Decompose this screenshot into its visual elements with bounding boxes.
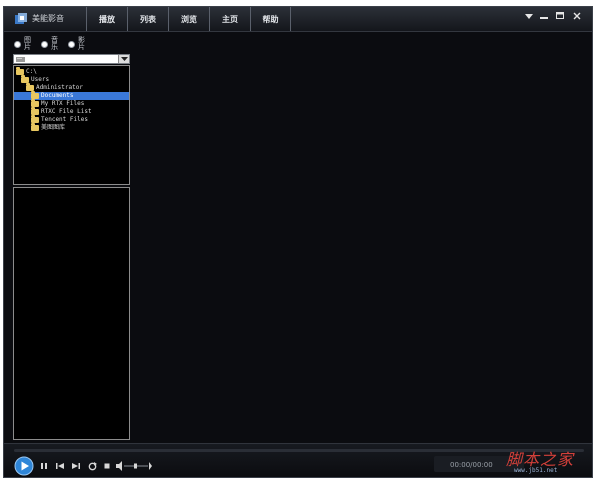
folder-icon bbox=[31, 123, 39, 131]
tree-node-label: Administrator bbox=[36, 84, 83, 91]
tree-node-label: C:\ bbox=[26, 68, 37, 75]
drive-select[interactable] bbox=[13, 54, 130, 64]
radio-pictures[interactable]: 图片 bbox=[14, 35, 32, 53]
menu-help[interactable]: 帮助 bbox=[250, 7, 291, 31]
pause-button[interactable] bbox=[39, 461, 49, 471]
radio-music[interactable]: 音乐 bbox=[41, 35, 59, 53]
drive-icon bbox=[16, 57, 25, 62]
close-button[interactable] bbox=[570, 11, 584, 21]
tree-node-label: My RTX Files bbox=[41, 100, 85, 107]
tree-node-label: RTXC File List bbox=[41, 108, 92, 115]
radio-label-music: 音乐 bbox=[51, 36, 58, 51]
skip-forward-icon bbox=[72, 463, 80, 469]
radio-label-pictures: 图片 bbox=[24, 36, 31, 51]
pause-icon bbox=[41, 463, 47, 469]
title-bar: 美能影音 播放 列表 浏览 主页 帮助 bbox=[4, 7, 592, 32]
time-display: 00:00/00:00 bbox=[450, 461, 493, 469]
radio-movies[interactable]: 影片 bbox=[68, 35, 86, 53]
stop-button[interactable] bbox=[102, 461, 112, 471]
watermark-url: www.jb51.net bbox=[514, 467, 558, 474]
tree-node-label: Users bbox=[31, 76, 50, 83]
app-title: 美能影音 bbox=[32, 14, 64, 23]
maximize-button[interactable] bbox=[553, 11, 567, 21]
tree-node-child[interactable]: Tencent Files bbox=[31, 115, 88, 124]
tree-node-label: Tencent Files bbox=[41, 116, 88, 123]
menu-home[interactable]: 主页 bbox=[209, 7, 250, 31]
chevron-down-icon bbox=[525, 14, 533, 19]
play-button[interactable] bbox=[14, 456, 34, 476]
repeat-button[interactable] bbox=[87, 461, 97, 471]
radio-button[interactable] bbox=[41, 40, 48, 48]
main-menu: 播放 列表 浏览 主页 帮助 bbox=[86, 7, 291, 31]
menu-list[interactable]: 列表 bbox=[127, 7, 168, 31]
skip-back-icon bbox=[56, 463, 64, 469]
drive-select-arrow[interactable] bbox=[118, 55, 129, 63]
previous-button[interactable] bbox=[55, 461, 65, 471]
repeat-icon bbox=[88, 461, 97, 470]
radio-label-movies: 影片 bbox=[78, 36, 85, 51]
volume-slider-icon bbox=[116, 461, 152, 471]
menu-browse[interactable]: 浏览 bbox=[168, 7, 209, 31]
minimize-button[interactable] bbox=[537, 11, 551, 21]
volume-slider[interactable] bbox=[116, 461, 152, 471]
radio-button[interactable] bbox=[14, 40, 21, 48]
tree-node-label: Documents bbox=[41, 92, 74, 99]
seek-bar[interactable] bbox=[14, 449, 584, 452]
next-button[interactable] bbox=[71, 461, 81, 471]
folder-tree: C:\ Users Administrator Documents My RTX… bbox=[13, 65, 130, 185]
app-window: 美能影音 播放 列表 浏览 主页 帮助 图片 音乐 影片 C:\ Users A… bbox=[3, 6, 593, 478]
tree-node-child[interactable]: My RTX Files bbox=[31, 99, 85, 108]
play-icon bbox=[14, 456, 34, 476]
radio-button[interactable] bbox=[68, 40, 75, 48]
close-icon bbox=[573, 12, 581, 20]
app-logo-icon bbox=[15, 13, 27, 24]
media-display-area[interactable] bbox=[132, 33, 590, 441]
menu-play[interactable]: 播放 bbox=[86, 7, 127, 31]
media-type-selector: 图片 音乐 影片 bbox=[14, 35, 86, 53]
tree-node-child[interactable]: RTXC File List bbox=[31, 107, 92, 116]
player-controls: 00:00/00:00 bbox=[4, 443, 592, 477]
tree-node-label: 美图图库 bbox=[41, 124, 66, 131]
minimize-icon bbox=[540, 17, 548, 19]
chevron-down-icon bbox=[120, 57, 128, 61]
maximize-icon bbox=[556, 12, 564, 19]
stop-icon bbox=[104, 463, 110, 469]
file-list-panel[interactable] bbox=[13, 187, 130, 440]
dropdown-menu-button[interactable] bbox=[522, 11, 536, 21]
tree-node-child[interactable]: 美图图库 bbox=[31, 123, 66, 132]
tree-node-root[interactable]: C:\ bbox=[16, 67, 37, 76]
